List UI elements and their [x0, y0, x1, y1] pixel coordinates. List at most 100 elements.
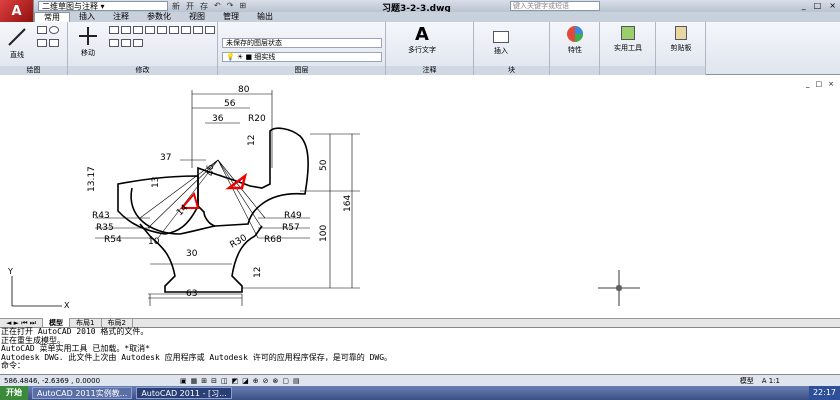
- vp-close-button[interactable]: ×: [828, 80, 834, 88]
- task-autocad[interactable]: AutoCAD 2011 - [习...: [136, 387, 232, 399]
- arc-icon[interactable]: [37, 39, 47, 47]
- workspace-dropdown[interactable]: 二维草图与注释 ▾: [38, 1, 168, 11]
- annotation-scale[interactable]: A 1:1: [762, 377, 780, 385]
- utilities-panel: 实用工具: [600, 22, 656, 75]
- trim-icon[interactable]: [121, 26, 131, 34]
- properties-tool[interactable]: 特性: [558, 25, 592, 55]
- start-button[interactable]: 开始: [0, 386, 28, 400]
- stretch-icon[interactable]: [193, 26, 203, 34]
- maximize-button[interactable]: □: [814, 1, 822, 10]
- move-tool-label: 移动: [81, 49, 95, 57]
- block-panel-label: 块: [474, 66, 549, 75]
- dim-r35: R35: [96, 223, 114, 233]
- coordinates-readout: 586.4846, -2.6369 , 0.0000: [4, 376, 101, 385]
- rotate-icon[interactable]: [109, 26, 119, 34]
- layer-value: 细实线: [254, 53, 276, 61]
- fillet-icon[interactable]: [169, 26, 179, 34]
- layers-panel-label: 图层: [218, 66, 385, 75]
- svg-text:X: X: [64, 301, 70, 310]
- qat-undo-icon[interactable]: ↶: [214, 1, 221, 12]
- mtext-tool[interactable]: A 多行文字: [400, 24, 444, 55]
- vp-restore-button[interactable]: □: [816, 80, 823, 88]
- vp-minimize-button[interactable]: _: [806, 80, 810, 88]
- clipboard-icon: [675, 26, 687, 40]
- copy-icon[interactable]: [145, 26, 155, 34]
- tab-annotate[interactable]: 注释: [104, 12, 138, 22]
- erase-icon[interactable]: [133, 26, 143, 34]
- autocad-logo-icon[interactable]: A: [0, 0, 34, 22]
- line-tool-label: 直线: [10, 51, 24, 59]
- move-icon: [79, 27, 97, 45]
- polyline-icon[interactable]: [37, 26, 47, 34]
- tab-output[interactable]: 输出: [248, 12, 282, 22]
- workspace-label: 二维草图与注释: [42, 1, 98, 11]
- layer-state-dropdown[interactable]: 未保存的图层状态: [222, 38, 382, 48]
- tab-home[interactable]: 常用: [34, 12, 70, 22]
- dim-80: 80: [238, 85, 250, 95]
- move-tool[interactable]: 移动: [74, 26, 102, 58]
- dim-56: 56: [224, 99, 236, 109]
- qat-plot-icon[interactable]: ⊞: [239, 1, 246, 12]
- qat-new-icon[interactable]: 新: [172, 1, 180, 12]
- drafting-toggles[interactable]: ▣▦⊞⊟◫◩◪⊕⊘⊗▢▤: [180, 377, 304, 385]
- dim-r57: R57: [282, 223, 300, 233]
- chamfer-icon[interactable]: [133, 39, 143, 47]
- minimize-button[interactable]: _: [802, 1, 806, 10]
- tab-view[interactable]: 视图: [180, 12, 214, 22]
- layer-dropdown[interactable]: 💡 ☀ ■ 细实线: [222, 52, 382, 62]
- properties-panel: 特性: [550, 22, 600, 75]
- draw-small-tools: [36, 25, 66, 51]
- viewport-controls: _ □ ×: [806, 80, 834, 88]
- ucs-icon: YX: [7, 267, 70, 310]
- drawing-area[interactable]: 80 56 36 R20 12 46 50 164 37 13.17 13 R4…: [0, 76, 840, 318]
- search-input[interactable]: 键入关键字或短语: [510, 1, 600, 11]
- layout-tabs: ◄ ► ⏮ ⏭ 模型 布局1 布局2: [0, 318, 840, 328]
- properties-panel-label: [550, 66, 599, 75]
- draw-panel-label: 绘图: [0, 66, 67, 75]
- command-window[interactable]: 正在打开 AutoCAD 2010 格式的文件。 正在重生成模型。 AutoCA…: [0, 327, 840, 374]
- quick-access-toolbar: 新 开 存 ↶ ↷ ⊞: [172, 1, 246, 12]
- line-tool[interactable]: 直线: [4, 26, 30, 60]
- tab-parametric[interactable]: 参数化: [138, 12, 180, 22]
- explode-icon[interactable]: [181, 26, 191, 34]
- close-button[interactable]: ×: [829, 1, 836, 10]
- qat-save-icon[interactable]: 存: [200, 1, 208, 12]
- tab-manage[interactable]: 管理: [214, 12, 248, 22]
- cmd-line-4: Autodesk DWG. 此文件上次由 Autodesk 应用程序或 Auto…: [1, 352, 393, 362]
- qat-redo-icon[interactable]: ↷: [227, 1, 234, 12]
- model-space-button[interactable]: 模型: [740, 376, 754, 386]
- qat-open-icon[interactable]: 开: [186, 1, 194, 12]
- rail-drawing: 80 56 36 R20 12 46 50 164 37 13.17 13 R4…: [7, 85, 640, 310]
- dim-r68: R68: [264, 235, 282, 245]
- offset-icon[interactable]: [121, 39, 131, 47]
- dim-164: 164: [343, 195, 353, 212]
- dim-10: 10: [148, 237, 160, 247]
- dim-100: 100: [319, 225, 329, 242]
- draw-panel: 直线 绘图: [0, 22, 68, 75]
- dim-13-17: 13.17: [87, 166, 97, 192]
- dim-50: 50: [319, 159, 329, 171]
- dim-12b: 12: [253, 267, 263, 278]
- utilities-panel-label: [600, 66, 655, 75]
- task-tutorial[interactable]: AutoCAD 2011实例教...: [32, 387, 133, 399]
- cmd-prompt[interactable]: 命令：: [1, 362, 840, 371]
- insert-tool[interactable]: 插入: [486, 30, 516, 56]
- tab-insert[interactable]: 插入: [70, 12, 104, 22]
- dim-30: 30: [186, 249, 198, 259]
- dim-r30: R30: [229, 233, 250, 251]
- dim-r54: R54: [104, 235, 122, 245]
- utilities-tool-label: 实用工具: [614, 44, 642, 52]
- line-icon: [8, 28, 26, 46]
- circle-icon[interactable]: [49, 26, 59, 34]
- dim-63: 63: [186, 289, 197, 299]
- mirror-icon[interactable]: [157, 26, 167, 34]
- rectangle-icon[interactable]: [49, 39, 59, 47]
- utilities-tool[interactable]: 实用工具: [604, 25, 652, 53]
- clock: 22:17: [812, 388, 836, 397]
- scale-icon[interactable]: [205, 26, 215, 34]
- dim-13: 13: [151, 177, 161, 188]
- dim-46: 46: [206, 164, 216, 176]
- dim-36: 36: [212, 114, 224, 124]
- clipboard-tool[interactable]: 剪贴板: [660, 25, 702, 53]
- array-icon[interactable]: [109, 39, 119, 47]
